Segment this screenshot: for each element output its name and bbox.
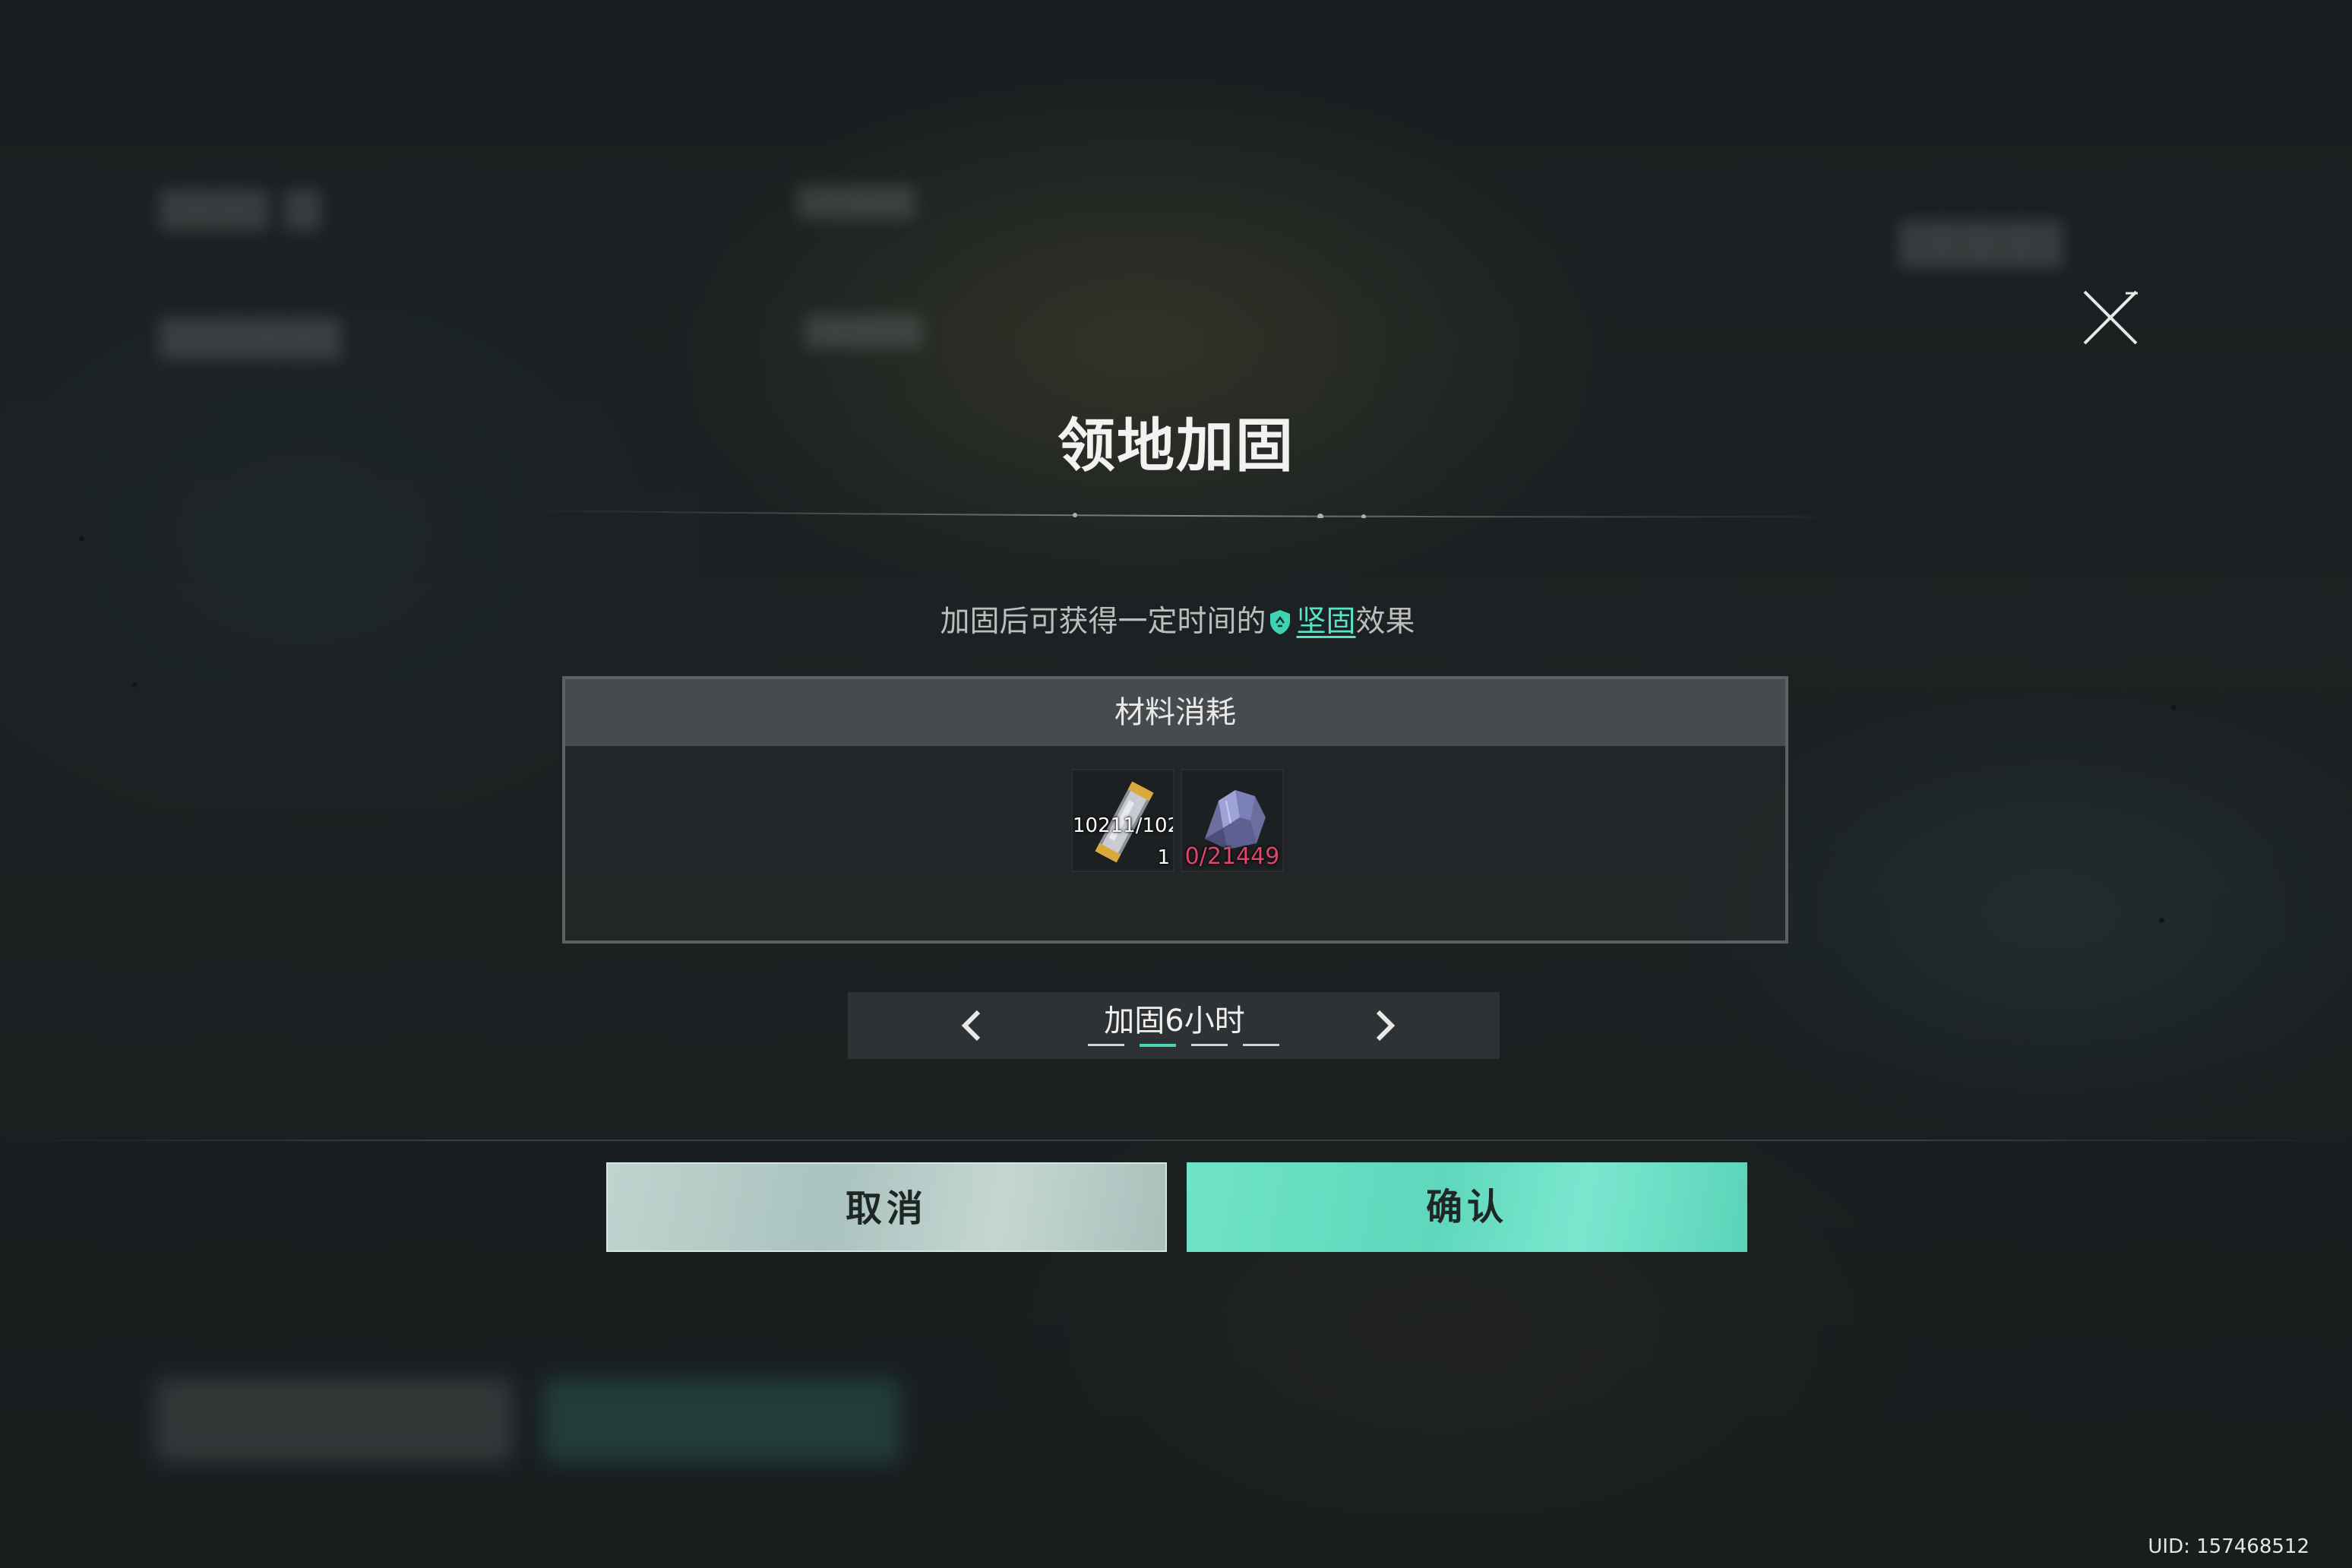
chevron-right-icon[interactable] bbox=[1366, 1007, 1402, 1044]
duration-pip[interactable] bbox=[1191, 1044, 1228, 1046]
duration-pip[interactable] bbox=[1243, 1044, 1279, 1046]
footer-divider bbox=[0, 1140, 2352, 1141]
effect-keyword-link[interactable]: 坚固 bbox=[1296, 605, 1355, 639]
material-slot[interactable]: 0/21449 bbox=[1181, 769, 1284, 872]
duration-pip[interactable] bbox=[1088, 1044, 1124, 1046]
game-screen: ▆▆▆ ▆ ▆▆▆▆▆ ▆▆▆▆ ▆▆▆▆ ▆▆▆▆ 领地加固 加固后 bbox=[0, 0, 2352, 1568]
duration-pips bbox=[1079, 1044, 1279, 1047]
dialog-title: 领地加固 bbox=[1057, 412, 1295, 479]
material-count-insufficient: 0/21449 bbox=[1184, 843, 1280, 870]
materials-header: 材料消耗 bbox=[565, 679, 1785, 746]
material-slot[interactable]: 10211/1021 1 bbox=[1071, 769, 1174, 872]
chevron-left-icon[interactable] bbox=[954, 1007, 991, 1044]
dialog-description: 加固后可获得一定时间的 坚固效果 bbox=[760, 596, 1595, 649]
title-divider bbox=[517, 510, 1854, 518]
duration-pip-selected[interactable] bbox=[1140, 1044, 1176, 1047]
materials-panel: 材料消耗 10211/1021 1 bbox=[562, 676, 1788, 944]
duration-selector: 加固6小时 bbox=[848, 992, 1500, 1059]
duration-label: 加固6小时 bbox=[1104, 1004, 1245, 1038]
close-button[interactable] bbox=[2080, 287, 2141, 348]
description-text: 效果 bbox=[1355, 605, 1415, 639]
shield-icon bbox=[1270, 610, 1291, 634]
material-count: 10211/1021 bbox=[1073, 814, 1173, 837]
material-count: 1 bbox=[1157, 846, 1170, 869]
close-icon bbox=[2083, 290, 2138, 345]
user-id-label: UID: 157468512 bbox=[2148, 1535, 2309, 1558]
confirm-button[interactable]: 确认 bbox=[1187, 1162, 1747, 1252]
cancel-button[interactable]: 取消 bbox=[606, 1162, 1167, 1252]
description-text: 加固后可获得一定时间的 bbox=[940, 605, 1266, 639]
